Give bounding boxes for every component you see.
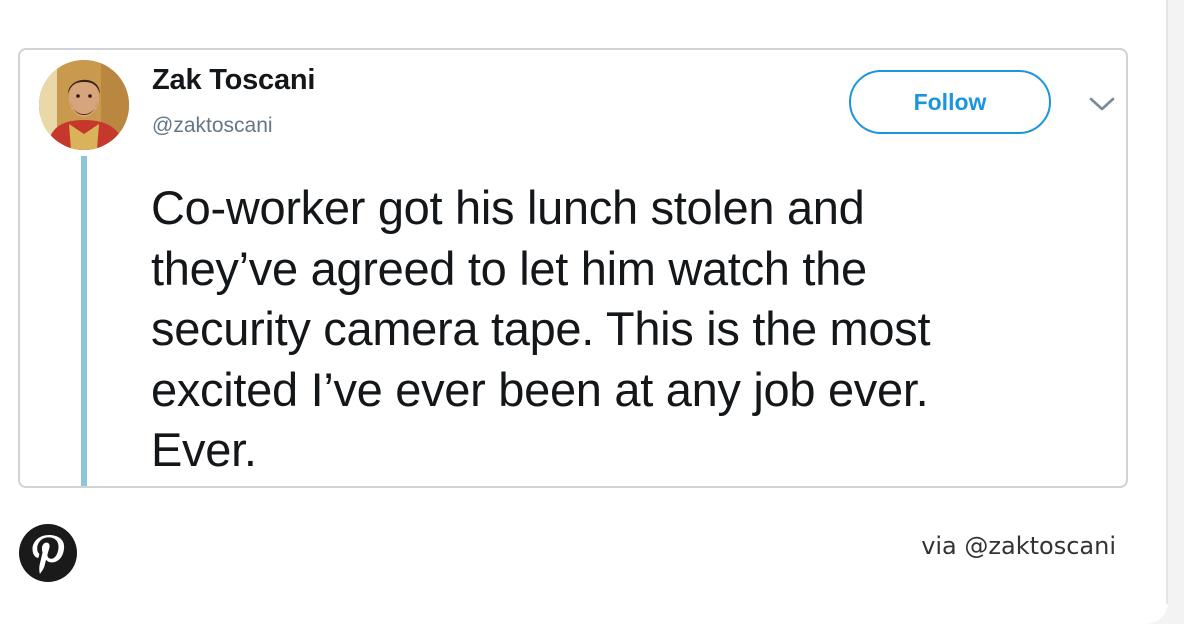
author-display-name[interactable]: Zak Toscani bbox=[152, 64, 315, 97]
author-handle[interactable]: @zaktoscani bbox=[152, 114, 273, 138]
tweet-text-line: Co-worker got his lunch stolen and bbox=[151, 181, 865, 234]
tweet-text-line: security camera tape. This is the most bbox=[151, 302, 931, 355]
chevron-down-icon[interactable] bbox=[1088, 94, 1116, 114]
tweet-text-line: they’ve agreed to let him watch the bbox=[151, 241, 867, 295]
via-handle-link[interactable]: @zaktoscani bbox=[964, 532, 1116, 560]
tweet-text: Co-worker got his lunch stolen and they’… bbox=[151, 178, 1091, 481]
page-container: Zak Toscani @zaktoscani Follow Co-worker… bbox=[0, 0, 1168, 624]
tweet-text-line: excited I’ve ever been at any job ever. bbox=[151, 362, 929, 416]
page-edge-divider bbox=[1166, 0, 1168, 604]
follow-button[interactable]: Follow bbox=[849, 70, 1051, 134]
pinterest-icon[interactable] bbox=[18, 523, 78, 583]
attribution-text: via @zaktoscani bbox=[921, 532, 1116, 560]
tweet-embed-card: Zak Toscani @zaktoscani Follow Co-worker… bbox=[18, 48, 1128, 488]
user-avatar[interactable] bbox=[39, 60, 129, 150]
via-prefix: via bbox=[921, 532, 957, 560]
thread-line bbox=[81, 156, 87, 486]
tweet-text-line: Ever. bbox=[151, 423, 257, 476]
